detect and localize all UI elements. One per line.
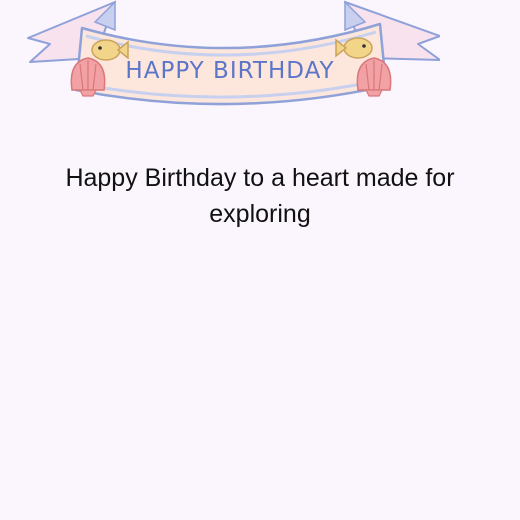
happy-birthday-banner: HAPPY BIRTHDAY: [20, 0, 440, 112]
banner-text: HAPPY BIRTHDAY: [125, 58, 334, 84]
shell-icon: [356, 57, 392, 97]
shell-icon: [70, 57, 106, 97]
card: HAPPY BIRTHDAY Happy Birthday to a heart…: [0, 0, 520, 520]
birthday-message: Happy Birthday to a heart made for explo…: [65, 164, 455, 228]
